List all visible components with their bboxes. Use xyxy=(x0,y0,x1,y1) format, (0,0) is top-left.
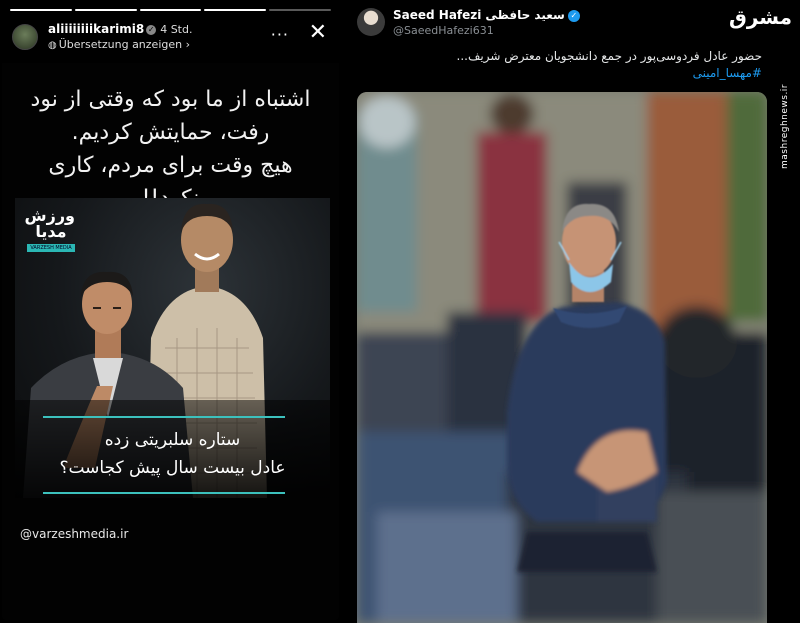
caption-line-1: ستاره سلبریتی زده xyxy=(104,430,241,450)
shared-post-card[interactable]: ورزش مدیا VARZESH MEDIA ستاره سلبریتی زد… xyxy=(15,198,330,498)
author-name-row[interactable]: Saeed Hafezi سعید حافظی ✓ xyxy=(393,8,580,22)
mashregh-watermark: مشرق mashreghnews.ir xyxy=(729,0,798,169)
story-progress-bars xyxy=(10,9,331,12)
story-progress-segment xyxy=(139,9,202,11)
story-progress-segment xyxy=(269,9,331,11)
x-post: Saeed Hafezi سعید حافظی ✓ @SaeedHafezi631 … xyxy=(341,0,800,623)
story-mention[interactable]: @varzeshmedia.ir xyxy=(20,527,128,541)
story-progress-segment xyxy=(74,9,137,11)
close-icon[interactable]: ✕ xyxy=(309,21,327,45)
story-avatar[interactable] xyxy=(12,24,38,50)
author-name-fa[interactable]: سعید حافظی xyxy=(485,8,564,22)
photo-crowd xyxy=(357,92,767,623)
varzesh-media-logo: ورزش مدیا VARZESH MEDIA xyxy=(24,206,75,260)
globe-icon: ◍ xyxy=(48,40,57,51)
verified-icon: ✓ xyxy=(146,24,157,35)
logo-text: ورزش مدیا xyxy=(24,206,75,241)
caption-divider-top xyxy=(43,416,285,418)
watermark-url: mashreghnews.ir xyxy=(780,84,790,169)
chevron-right-icon: › xyxy=(185,38,191,51)
watermark-logo: مشرق xyxy=(728,5,792,29)
story-time: 4 Std. xyxy=(160,23,193,36)
post-text: حضور عادل فردوسی‌پور در جمع دانشجویان مع… xyxy=(361,48,763,82)
caption-divider-bottom xyxy=(43,492,285,494)
post-text-body: حضور عادل فردوسی‌پور در جمع دانشجویان مع… xyxy=(456,49,763,63)
verified-badge-icon: ✓ xyxy=(567,9,580,22)
story-progress-segment xyxy=(10,9,72,11)
author-avatar[interactable] xyxy=(357,8,385,36)
translate-label[interactable]: Übersetzung anzeigen xyxy=(59,38,182,51)
card-caption: ستاره سلبریتی زده عادل بیست سال پیش کجاس… xyxy=(15,400,330,498)
post-photo[interactable] xyxy=(357,92,767,623)
headline-line: رفت، حمایتش کردیم. xyxy=(71,120,270,145)
instagram-story: aliiiiiiiikarimi8 ✓ 4 Std. ◍ Übersetzung an… xyxy=(2,3,339,620)
story-header: aliiiiiiiikarimi8 ✓ 4 Std. ◍ Übersetzung an… xyxy=(12,21,329,53)
post-hashtag[interactable]: #مهسا_امینی xyxy=(361,65,762,82)
translate-link[interactable]: ◍ Übersetzung anzeigen › xyxy=(48,38,190,51)
story-username-row[interactable]: aliiiiiiiikarimi8 ✓ 4 Std. xyxy=(48,22,192,36)
headline-line: اشتباه از ما بود که وقتی از نود xyxy=(30,87,311,112)
author-name[interactable]: Saeed Hafezi xyxy=(393,8,481,22)
author-handle[interactable]: @SaeedHafezi631 xyxy=(393,24,494,37)
logo-subtext: VARZESH MEDIA xyxy=(27,244,75,252)
story-username[interactable]: aliiiiiiiikarimi8 xyxy=(48,22,144,36)
more-icon[interactable]: ··· xyxy=(271,25,289,44)
story-progress-segment xyxy=(204,9,267,11)
story-headline: اشتباه از ما بود که وقتی از نود رفت، حما… xyxy=(22,83,319,215)
caption-line-2: عادل بیست سال پیش کجاست؟ xyxy=(59,458,286,478)
